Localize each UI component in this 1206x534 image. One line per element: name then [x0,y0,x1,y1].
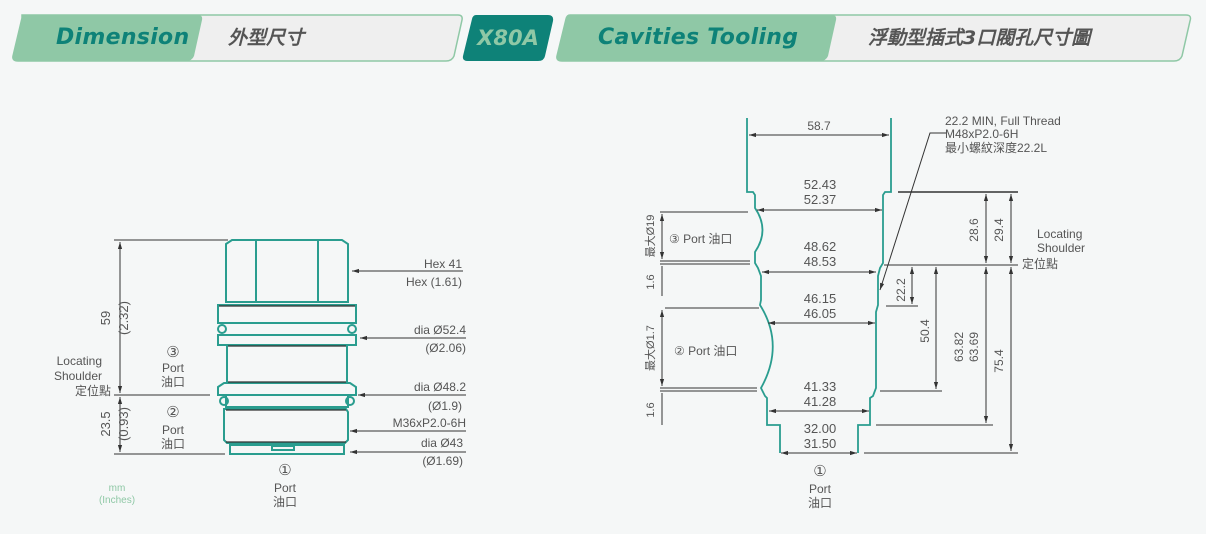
upper-collar [217,304,357,324]
cavity-locating-zh: 定位點 [1022,256,1058,271]
port1-zh: 油口 [273,495,297,509]
port1-number: ① [278,462,291,479]
lower-height-label: 23.5 [98,411,113,436]
depth-29-4: 29.4 [992,218,1006,242]
locating-shoulder-zh: 定位點 [75,383,111,398]
overall-height-inch-label: (2.32) [116,301,131,335]
depth-63-min: 63.69 [967,332,981,362]
overall-height-label: 59 [98,311,113,325]
depth-28-6: 28.6 [967,218,981,242]
cavity-port2-label: ② Port 油口 [674,344,737,358]
valve-body-inner-lines [219,305,355,443]
cavity-port3-label: ③ Port 油口 [669,232,732,246]
units-mm: mm [109,483,126,494]
bore2-min: 48.53 [804,254,837,269]
bore3-max: 46.15 [804,291,837,306]
bore5-min: 31.50 [804,436,837,451]
thread-note-line1: 22.2 MIN, Full Thread [945,114,1061,128]
hex-callout-mm: Hex 41 [424,257,462,271]
stem [226,344,348,384]
depth-63-max: 63.82 [952,332,966,362]
top-width-label: 58.7 [807,119,831,133]
cavity-dimension-lines [659,132,1018,456]
bore1-min: 52.37 [804,192,837,207]
technical-drawing: 59 (2.32) 23.5 (0.93) Locating Shoulder … [54,114,1085,510]
dia48-callout-in: (Ø1.9) [428,399,462,413]
locating-shoulder-line1: Locating [57,354,102,368]
thread-callout: M36xP2.0-6H [393,416,466,430]
bore5-max: 32.00 [804,421,837,436]
bore4-min: 41.28 [804,394,837,409]
dia52-callout-mm: dia Ø52.4 [414,323,466,337]
bore1-max: 52.43 [804,177,837,192]
cavity-locating-line1: Locating [1037,227,1082,241]
port2-number: ② [166,404,179,421]
dia43-callout-mm: dia Ø43 [421,436,463,450]
port3-en: Port [162,361,185,375]
lower-height-inch-label: (0.93) [116,407,131,441]
units-inches: (Inches) [99,495,135,506]
port3-max-width: 最大Ø19 [643,215,657,258]
port3-number: ③ [166,344,179,361]
port2-zh: 油口 [161,437,185,451]
bore2-max: 48.62 [804,239,837,254]
hex-nut [225,239,349,303]
cavity-right-wall [857,118,892,453]
dia48-callout-mm: dia Ø48.2 [414,380,466,394]
thread-section [223,408,349,444]
cavity-locating-line2: Shoulder [1037,241,1085,255]
bore3-min: 46.05 [804,306,837,321]
port2-max-width: 最大Ø1.7 [643,325,657,371]
dia43-callout-in: (Ø1.69) [422,454,463,468]
cavity-port1-number: ① [813,463,826,480]
depth-22-2: 22.2 [894,278,908,302]
depth-50-4: 50.4 [918,319,932,343]
port1-en: Port [274,481,297,495]
port3-zh: 油口 [161,375,185,389]
bore4-max: 41.33 [804,379,837,394]
hex-callout-in: Hex (1.61) [406,275,462,289]
thread-note-line3: 最小螺紋深度22.2L [945,140,1047,155]
valve-body-outline [217,239,357,455]
cavity-left-wall [746,118,781,453]
cavity-port1-zh: 油口 [808,496,832,510]
thread-note-line2: M48xP2.0-6H [945,127,1018,141]
port2-en: Port [162,423,185,437]
lower-collar [217,382,357,396]
gap1-label: 1.6 [645,274,657,289]
depth-75-4: 75.4 [992,349,1006,373]
gap2-label: 1.6 [645,402,657,417]
locating-shoulder-line2: Shoulder [54,369,102,383]
dia52-callout-in: (Ø2.06) [425,341,466,355]
cavity-port1-en: Port [809,482,832,496]
